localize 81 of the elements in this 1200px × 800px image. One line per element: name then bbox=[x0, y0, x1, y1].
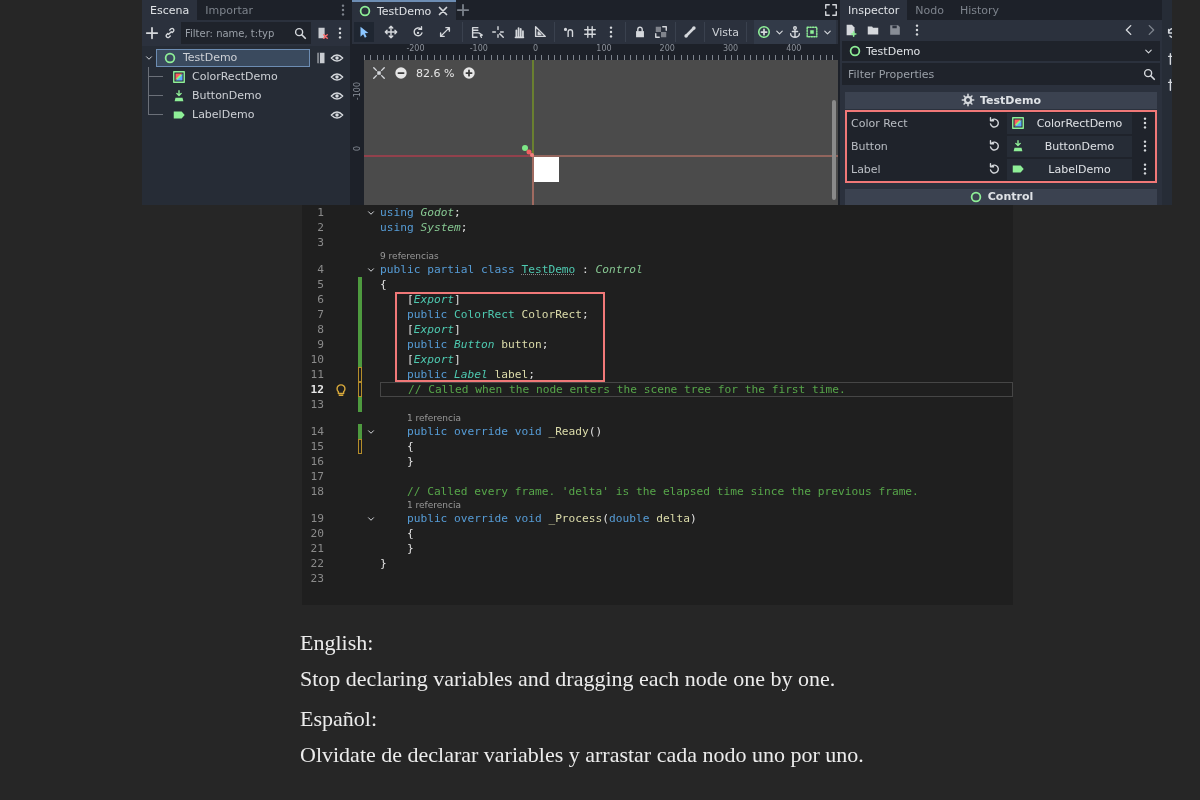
ruler-label: -100 bbox=[353, 82, 362, 101]
line-number: 5 bbox=[316, 278, 324, 291]
dock-tab[interactable]: Inspector bbox=[840, 0, 908, 20]
code-line: public ColorRect ColorRect; bbox=[405, 308, 589, 321]
node-path-button[interactable]: LabelDemo bbox=[1007, 158, 1132, 180]
line-number: 21 bbox=[309, 542, 324, 555]
line-number: 4 bbox=[316, 263, 324, 276]
ruler-label: 300 bbox=[722, 44, 739, 53]
tree-item[interactable]: LabelDemo bbox=[166, 105, 261, 124]
section-header[interactable]: TestDemo bbox=[845, 92, 1157, 109]
code-line: public Button button; bbox=[405, 338, 549, 351]
ruler-label: 0 bbox=[353, 146, 362, 152]
line-number: 22 bbox=[309, 557, 324, 570]
ruler-label: 400 bbox=[786, 44, 802, 53]
property-name: Button bbox=[851, 139, 889, 153]
caption-heading: English: bbox=[300, 629, 375, 657]
dock-tab[interactable]: Escena bbox=[142, 0, 198, 20]
line-number: 14 bbox=[309, 425, 324, 438]
tree-item[interactable]: TestDemo bbox=[156, 48, 310, 67]
caption-text: Stop declaring variables and dragging each node one by one. bbox=[300, 665, 837, 693]
line-number: 9 bbox=[316, 338, 324, 351]
code-line: [Export] bbox=[405, 293, 461, 306]
line-number: 1 bbox=[316, 206, 324, 219]
ruler-label: -200 bbox=[406, 44, 425, 53]
code-line: public override void _Ready() bbox=[405, 425, 603, 438]
filter-field[interactable]: Filter Properties bbox=[842, 63, 1142, 86]
tree-item[interactable]: ColorRectDemo bbox=[166, 67, 284, 86]
line-number: 17 bbox=[309, 470, 324, 483]
dock-tab[interactable]: Nodo bbox=[907, 0, 952, 20]
ruler-label: 100 bbox=[596, 44, 612, 53]
property-name: Label bbox=[851, 162, 882, 176]
view-menu[interactable]: Vista bbox=[711, 25, 740, 39]
zoom-level: 82.6 % bbox=[416, 66, 455, 80]
line-number: 19 bbox=[309, 512, 324, 525]
line-number: 7 bbox=[316, 308, 324, 321]
code-line: // Called when the node enters the scene tree for the first time. bbox=[406, 383, 846, 396]
code-line: public override void _Process(double delta) bbox=[405, 512, 697, 525]
reference-count[interactable]: 9 referencias bbox=[380, 249, 439, 262]
code-line: // Called every frame. 'delta' is the elapsed time since the previous frame. bbox=[405, 485, 919, 498]
tree-item[interactable]: ButtonDemo bbox=[166, 86, 268, 105]
code-line: using Godot; bbox=[380, 206, 461, 219]
line-number: 15 bbox=[309, 440, 324, 453]
ruler-label: -100 bbox=[469, 44, 488, 53]
line-number: 10 bbox=[309, 353, 324, 366]
section-header[interactable]: Control bbox=[845, 188, 1157, 205]
code-line: [Export] bbox=[405, 323, 461, 336]
dock-tab[interactable]: History bbox=[952, 0, 1008, 20]
line-number: 2 bbox=[316, 221, 324, 234]
line-number: 16 bbox=[309, 455, 324, 468]
code-line: { bbox=[405, 440, 414, 453]
code-line: } bbox=[405, 542, 414, 555]
caption-text: Olvidate de declarar variables y arrastar cada nodo uno por uno. bbox=[300, 741, 865, 769]
code-line: public Label label; bbox=[405, 368, 535, 381]
code-line: [Export] bbox=[405, 353, 461, 366]
scene-tab[interactable]: TestDemo bbox=[352, 0, 457, 20]
ruler-label: 200 bbox=[659, 44, 675, 53]
line-number: 6 bbox=[316, 293, 324, 306]
line-number: 3 bbox=[316, 236, 324, 249]
line-number: 11 bbox=[309, 368, 324, 381]
reference-count[interactable]: 1 referencia bbox=[380, 411, 461, 424]
node-path-button[interactable]: ColorRectDemo bbox=[1007, 112, 1132, 134]
property-name: Color Rect bbox=[851, 116, 909, 130]
ruler-label: 0 bbox=[533, 44, 539, 53]
line-number: 8 bbox=[316, 323, 324, 336]
dock-tab[interactable]: Importar bbox=[197, 0, 261, 20]
node-selector[interactable]: TestDemo bbox=[842, 41, 1160, 62]
code-line: { bbox=[405, 527, 414, 540]
line-number: 18 bbox=[309, 485, 324, 498]
line-number: 20 bbox=[309, 527, 324, 540]
node-path-button[interactable]: ButtonDemo bbox=[1007, 135, 1132, 157]
line-number: 12 bbox=[309, 383, 324, 396]
code-line: public partial class TestDemo : Control bbox=[380, 263, 643, 276]
line-number: 23 bbox=[309, 572, 324, 585]
reference-count[interactable]: 1 referencia bbox=[380, 498, 461, 511]
caption-heading: Español: bbox=[300, 705, 378, 733]
filter-field[interactable]: Filter: name, t:typ bbox=[181, 22, 293, 44]
code-line: } bbox=[405, 455, 414, 468]
code-line: { bbox=[380, 278, 387, 291]
code-line: using System; bbox=[380, 221, 468, 234]
code-line: } bbox=[380, 557, 387, 570]
line-number: 13 bbox=[309, 398, 324, 411]
